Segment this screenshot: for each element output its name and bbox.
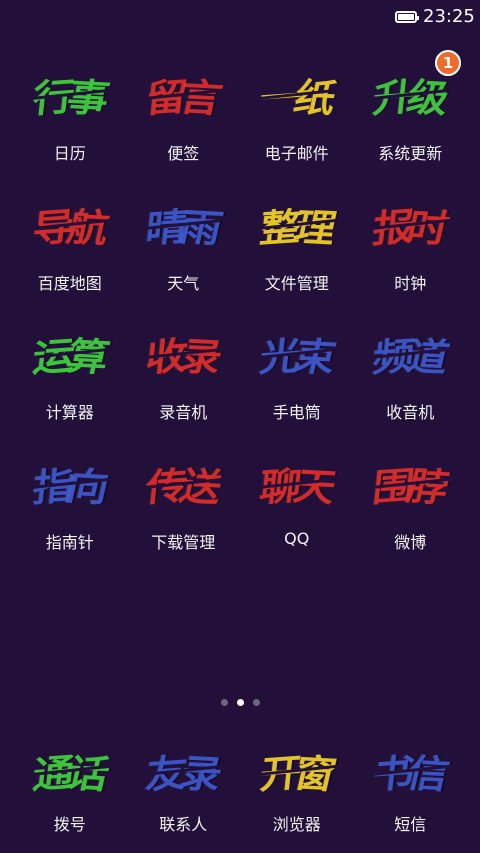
app-icon: 聊天: [246, 449, 348, 517]
app-label: 时钟: [394, 273, 427, 293]
app-label: 联系人: [159, 815, 208, 834]
dock-app-3[interactable]: 书信短信: [354, 741, 468, 835]
app-label: 录音机: [159, 403, 208, 422]
app-grid: 行事日历留言便签一纸电子邮件升级系统更新 1 导航百度地图晴雨天气整理文件管理报时时…: [13, 50, 468, 579]
app-icon: 留言: [132, 60, 234, 128]
app-icon: 书信: [360, 741, 460, 799]
grid-app-11[interactable]: 频道收音机: [354, 319, 468, 449]
dock-app-2[interactable]: 开窗浏览器: [240, 741, 354, 835]
app-label: 指南针: [45, 532, 94, 552]
grid-app-0[interactable]: 行事日历: [13, 60, 127, 190]
grid-app-14[interactable]: 聊天 QQ: [240, 449, 354, 579]
app-label: 文件管理: [264, 273, 329, 293]
app-icon: 围脖: [359, 449, 461, 517]
grid-app-7[interactable]: 报时时钟: [354, 190, 468, 320]
app-label: 浏览器: [272, 815, 321, 834]
app-label: 计算器: [45, 403, 94, 422]
app-icon: 整理: [246, 190, 348, 258]
grid-app-9[interactable]: 收录录音机: [127, 319, 241, 449]
grid-app-4[interactable]: 导航百度地图: [13, 190, 127, 320]
app-icon: 导航: [19, 190, 121, 258]
grid-app-5[interactable]: 晴雨天气: [127, 190, 241, 320]
app-icon: 行事: [19, 60, 121, 128]
app-icon: 光束: [246, 319, 348, 387]
grid-app-6[interactable]: 整理文件管理: [240, 190, 354, 320]
app-label: 拨号: [53, 815, 86, 834]
app-icon: 传送: [132, 449, 234, 517]
grid-app-1[interactable]: 留言便签: [127, 60, 241, 190]
status-bar: 23:25: [0, 0, 480, 36]
battery-full-icon: [395, 11, 419, 23]
app-icon: 开窗: [247, 741, 347, 799]
app-label: 电子邮件: [264, 144, 329, 163]
page-dot-2[interactable]: [236, 699, 244, 706]
grid-app-3[interactable]: 升级系统更新 1: [354, 50, 468, 190]
app-label: 便签: [167, 144, 200, 163]
app-label: 天气: [167, 273, 200, 293]
app-icon: 报时: [359, 190, 461, 258]
app-label: 系统更新: [378, 144, 443, 163]
page-dot-3[interactable]: [252, 699, 260, 706]
page-indicator[interactable]: [0, 699, 480, 706]
app-label: QQ: [284, 528, 310, 548]
app-icon: 晴雨: [132, 190, 234, 258]
app-icon: 频道: [359, 319, 461, 387]
app-label: 日历: [53, 144, 86, 163]
app-icon: 一纸: [246, 60, 348, 128]
grid-app-8[interactable]: 运算计算器: [13, 319, 127, 449]
grid-app-12[interactable]: 指向指南针: [13, 449, 127, 579]
app-icon: 通话: [20, 741, 120, 799]
dock-app-1[interactable]: 友录联系人: [127, 741, 241, 835]
app-label: 微博: [394, 532, 427, 552]
app-icon: 收录: [132, 319, 234, 387]
app-icon: 友录: [133, 741, 233, 799]
app-label: 手电筒: [272, 403, 321, 422]
app-label: 百度地图: [37, 273, 102, 293]
notification-badge: 1: [435, 50, 461, 76]
app-label: 短信: [394, 815, 427, 834]
grid-app-10[interactable]: 光束手电筒: [240, 319, 354, 449]
app-icon: 运算: [19, 319, 121, 387]
status-time: 23:25: [423, 6, 475, 27]
page-dot-1[interactable]: [220, 699, 228, 706]
app-icon: 指向: [19, 449, 121, 517]
dock-app-0[interactable]: 通话拨号: [13, 741, 127, 835]
dock: 通话拨号友录联系人开窗浏览器书信短信: [13, 741, 467, 835]
grid-app-13[interactable]: 传送下载管理: [127, 449, 241, 579]
grid-app-2[interactable]: 一纸电子邮件: [240, 60, 354, 190]
grid-app-15[interactable]: 围脖微博: [354, 449, 468, 579]
app-label: 下载管理: [151, 532, 216, 552]
app-label: 收音机: [386, 403, 435, 422]
